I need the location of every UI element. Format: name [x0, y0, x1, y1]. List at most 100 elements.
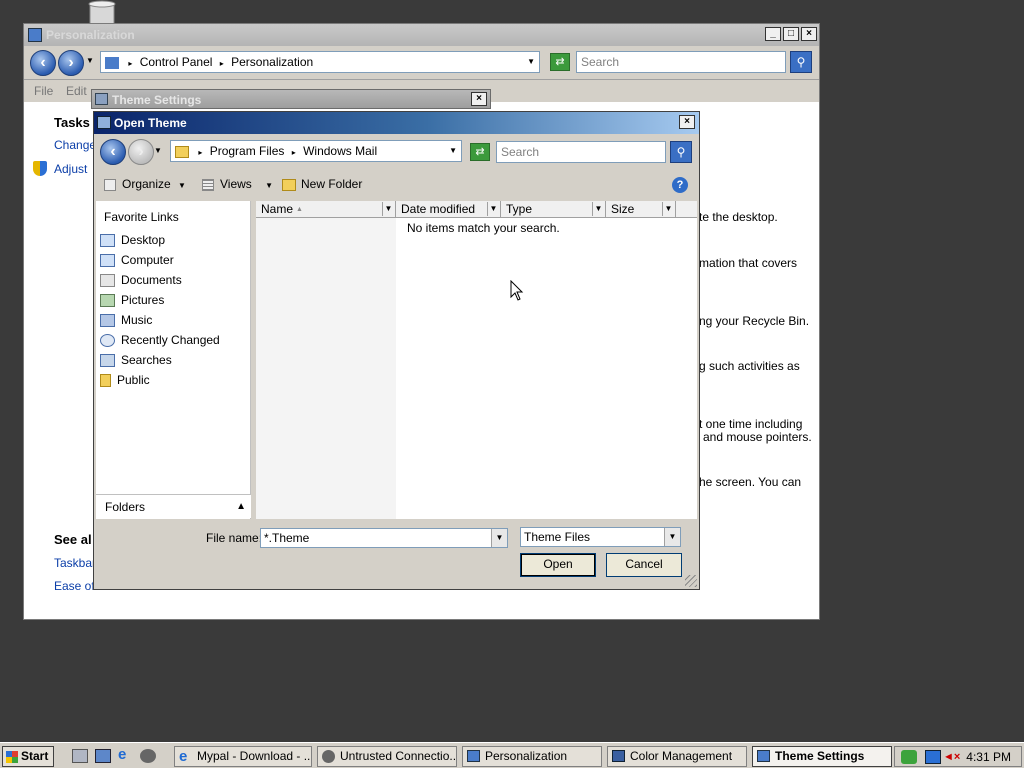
favorite-desktop[interactable]: Desktop: [100, 231, 165, 249]
favorite-pictures[interactable]: Pictures: [100, 291, 164, 309]
breadcrumb-windows-mail[interactable]: Windows Mail: [303, 144, 377, 158]
theme-settings-window: Theme Settings ×: [91, 89, 491, 113]
favorite-links-heading: Favorite Links: [104, 210, 179, 224]
recent-icon: [100, 334, 115, 348]
desc-desktop: te the desktop.: [699, 210, 778, 224]
dialog-address-dropdown-icon[interactable]: ▼: [449, 141, 457, 161]
dialog-refresh-button[interactable]: ⇄: [470, 143, 490, 161]
theme-settings-close-button[interactable]: ×: [471, 92, 487, 106]
shield-icon: [33, 161, 47, 176]
breadcrumb-personalization[interactable]: Personalization: [231, 55, 313, 69]
column-size[interactable]: Size ▼: [606, 201, 676, 218]
desc-theme-1: t one time including: [699, 417, 803, 431]
network-tray-icon[interactable]: [925, 750, 941, 764]
organize-button[interactable]: Organize ▼: [104, 177, 186, 191]
favorite-documents[interactable]: Documents: [100, 271, 182, 289]
filename-value: *.Theme: [264, 531, 310, 545]
taskbar-item-untrusted[interactable]: Untrusted Connectio...: [317, 746, 457, 767]
folders-toggle[interactable]: Folders ▲: [96, 494, 251, 518]
music-icon: [100, 314, 115, 328]
folder-icon: [175, 145, 189, 158]
dialog-search-input[interactable]: Search: [496, 141, 666, 163]
command-toolbar: Organize ▼ Views ▼ New Folder ?: [94, 171, 699, 199]
pictures-icon: [100, 294, 115, 308]
maximize-button[interactable]: □: [783, 27, 799, 41]
close-button[interactable]: ×: [801, 27, 817, 41]
filetype-value: Theme Files: [524, 530, 591, 544]
mypal-icon[interactable]: [140, 749, 156, 763]
address-bar[interactable]: ▸ Control Panel ▸ Personalization ▼: [100, 51, 540, 73]
personalization-titlebar[interactable]: Personalization _ □ ×: [24, 24, 819, 46]
desktop-icon: [100, 234, 115, 248]
favorite-searches[interactable]: Searches: [100, 351, 172, 369]
dialog-recent-arrow-icon[interactable]: ▼: [154, 146, 162, 155]
task-link-adjust[interactable]: Adjust: [54, 162, 87, 176]
name-column-shade: [256, 218, 396, 519]
taskbar-item-color-management[interactable]: Color Management: [607, 746, 747, 767]
breadcrumb-program-files[interactable]: Program Files: [210, 144, 285, 158]
computer-icon: [100, 254, 115, 268]
refresh-button[interactable]: ⇄: [550, 53, 570, 71]
dialog-back-button[interactable]: ‹: [100, 139, 126, 165]
breadcrumb-control-panel[interactable]: Control Panel: [140, 55, 213, 69]
column-date-modified[interactable]: Date modified ▼: [396, 201, 501, 218]
dialog-address-bar[interactable]: ▸ Program Files ▸ Windows Mail ▼: [170, 140, 462, 162]
recent-pages-arrow-icon[interactable]: ▼: [86, 56, 94, 65]
see-also-ease-of-access[interactable]: Ease of: [54, 579, 95, 593]
recycle-bin-icon[interactable]: [84, 0, 120, 24]
filename-dropdown-icon[interactable]: ▼: [491, 529, 507, 547]
column-type[interactable]: Type ▼: [501, 201, 606, 218]
dialog-forward-button[interactable]: ›: [128, 139, 154, 165]
filename-combo[interactable]: *.Theme ▼: [260, 528, 508, 548]
see-also-taskbar[interactable]: Taskbar: [54, 556, 96, 570]
resize-grip-icon[interactable]: [685, 575, 697, 587]
filetype-dropdown-icon[interactable]: ▼: [664, 528, 680, 546]
volume-muted-tray-icon[interactable]: ◄×: [943, 750, 960, 764]
window-title: Personalization: [46, 28, 135, 42]
new-folder-button[interactable]: New Folder: [282, 177, 362, 191]
cancel-button[interactable]: Cancel: [606, 553, 682, 577]
forward-button[interactable]: ›: [58, 50, 84, 76]
favorite-recently-changed[interactable]: Recently Changed: [100, 331, 220, 349]
open-button[interactable]: Open: [520, 553, 596, 577]
search-input[interactable]: Search: [576, 51, 786, 73]
address-dropdown-icon[interactable]: ▼: [527, 52, 535, 72]
clock[interactable]: 4:31 PM: [966, 750, 1011, 764]
search-button[interactable]: ⚲: [790, 51, 812, 73]
system-tray: ◄× 4:31 PM: [894, 746, 1022, 767]
filetype-select[interactable]: Theme Files ▼: [520, 527, 681, 547]
internet-explorer-icon[interactable]: e: [118, 747, 134, 762]
favorite-computer[interactable]: Computer: [100, 251, 174, 269]
favorite-music[interactable]: Music: [100, 311, 152, 329]
menu-file[interactable]: File: [34, 84, 53, 98]
dialog-close-button[interactable]: ×: [679, 115, 695, 129]
task-link-change[interactable]: Change: [54, 138, 96, 152]
dialog-search-button[interactable]: ⚲: [670, 141, 692, 163]
windows-logo-icon: [6, 751, 18, 763]
views-button[interactable]: Views ▼: [202, 177, 273, 191]
minimize-button[interactable]: _: [765, 27, 781, 41]
taskbar-item-theme-settings[interactable]: Theme Settings: [752, 746, 892, 767]
file-list[interactable]: Name ▲ ▼ Date modified ▼ Type ▼ Size ▼ N…: [256, 201, 697, 519]
searches-icon: [100, 354, 115, 368]
desc-sounds: g such activities as: [699, 359, 800, 373]
start-button[interactable]: Start: [2, 746, 54, 767]
theme-settings-title: Theme Settings: [112, 93, 202, 107]
theme-settings-titlebar[interactable]: Theme Settings ×: [91, 89, 491, 109]
public-folder-icon: [100, 374, 111, 388]
taskbar-item-mypal[interactable]: e Mypal - Download - ...: [174, 746, 312, 767]
control-panel-icon: [467, 750, 480, 762]
quicklaunch-tool-icon[interactable]: [72, 749, 88, 763]
taskbar-item-personalization[interactable]: Personalization: [462, 746, 602, 767]
security-tray-icon[interactable]: [901, 750, 917, 764]
views-icon: [202, 178, 214, 191]
menu-edit[interactable]: Edit: [66, 84, 87, 98]
help-icon[interactable]: ?: [672, 177, 688, 193]
column-name[interactable]: Name ▲ ▼: [256, 201, 396, 218]
mypal-icon: [322, 750, 335, 763]
color-management-icon: [612, 750, 625, 762]
open-theme-titlebar[interactable]: Open Theme ×: [94, 112, 699, 134]
favorite-public[interactable]: Public: [100, 371, 150, 389]
back-button[interactable]: ‹: [30, 50, 56, 76]
show-desktop-icon[interactable]: [95, 749, 111, 763]
